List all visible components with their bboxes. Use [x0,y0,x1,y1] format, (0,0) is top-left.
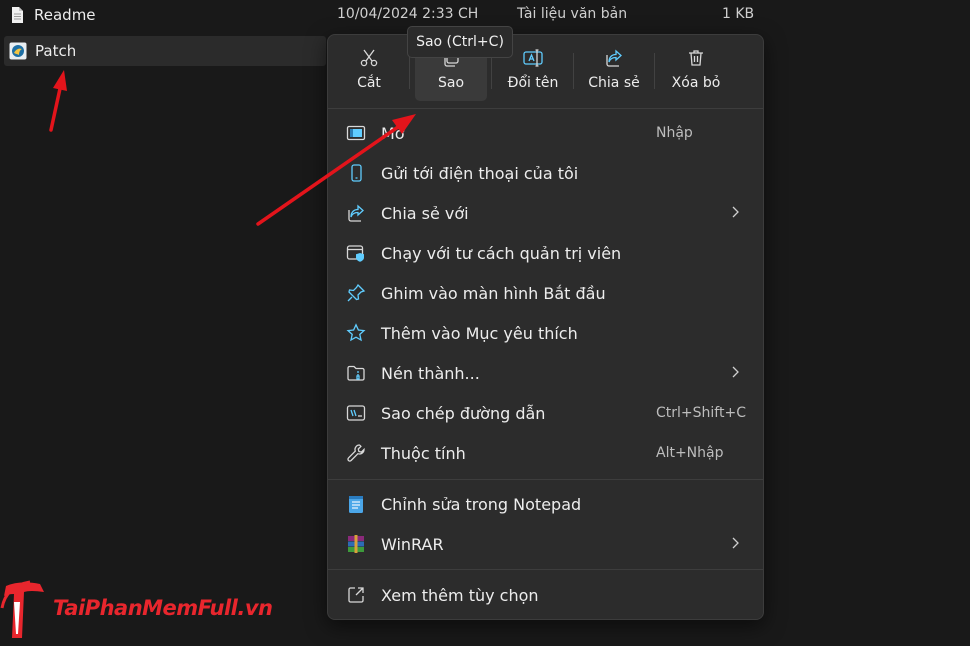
annotation-arrows [49,70,416,226]
watermark-text: TaiPhanMemFull.vn [53,596,273,620]
annotation-arrow-patch [49,70,67,132]
annotation-arrow-copy [256,114,416,226]
watermark: TaiPhanMemFull.vn [0,578,300,640]
watermark-logo-icon [0,580,44,638]
